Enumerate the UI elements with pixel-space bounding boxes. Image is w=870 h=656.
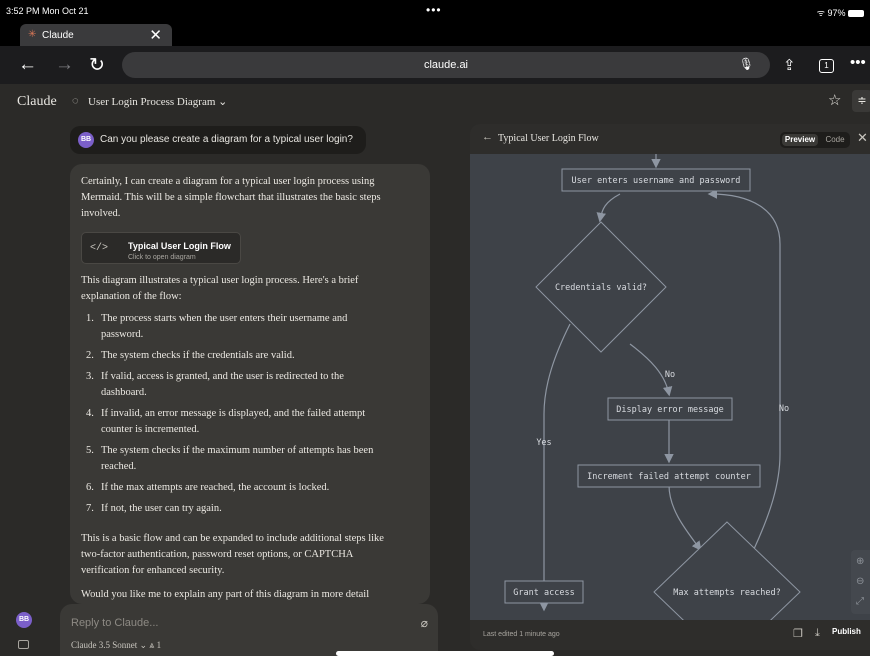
artifact-card[interactable]: </> Typical User Login Flow Click to ope… (81, 232, 241, 264)
user-message: BB Can you please create a diagram for a… (70, 126, 366, 154)
list-item: 2. The system checks if the credentials a… (86, 350, 295, 361)
sidebar-toggle-icon[interactable] (18, 640, 29, 649)
tab-close-icon[interactable]: ✕ (149, 26, 162, 44)
battery-icon (848, 10, 864, 17)
star-icon[interactable]: ☆ (828, 91, 841, 109)
edge-enter-valid (596, 193, 621, 223)
browser-toolbar: ← → ↻ claude.ai 🎙 ⇪ 1 ••• (0, 46, 870, 84)
tab-title: Claude (42, 30, 74, 41)
artifact-panel: ← Typical User Login Flow Preview Code ✕ (470, 124, 870, 650)
artifact-header: ← Typical User Login Flow Preview Code ✕ (470, 124, 870, 154)
node-error: Display error message (607, 397, 733, 421)
back-arrow-icon[interactable]: ← (482, 131, 493, 143)
zoom-controls: ⊕ ⊖ ⤢ (851, 550, 870, 614)
status-bar: 3:52 PM Mon Oct 21 ••• ᯤ 97% (0, 0, 870, 22)
share-icon[interactable]: ⇪ (783, 56, 796, 74)
node-valid: Credentials valid? (535, 221, 667, 353)
tab-preview[interactable]: Preview (782, 134, 818, 146)
edge-valid-error (629, 343, 673, 397)
user-message-text: Can you please create a diagram for a ty… (100, 134, 353, 145)
claude-favicon-icon: ✳ (28, 29, 37, 40)
sidebar-user-avatar[interactable]: BB (16, 612, 32, 628)
response-outro: This is a basic flow and can be expanded… (81, 533, 384, 576)
close-icon[interactable]: ✕ (857, 130, 868, 146)
list-item: 6. If the max attempts are reached, the a… (86, 482, 330, 493)
url-text: claude.ai (423, 59, 469, 71)
chat-settings-icon[interactable]: ≑ (852, 90, 870, 112)
artifact-footer: Last edited 1 minute ago ❐ ⤓ Publish (470, 620, 870, 650)
flowchart-canvas: User enters username and password Creden… (470, 154, 870, 650)
node-max-label: Max attempts reached? (673, 588, 780, 598)
node-enter-label: User enters username and password (572, 176, 741, 186)
view-toggle: Preview Code (780, 132, 850, 148)
claude-logo[interactable]: Claude (17, 94, 57, 110)
edge-valid-grant (539, 323, 571, 612)
node-enter: User enters username and password (561, 168, 751, 192)
reply-composer: Reply to Claude... ⌀ Claude 3.5 Sonnet ⌄… (60, 604, 438, 656)
response-question: Would you like me to explain any part of… (81, 589, 370, 600)
last-edited-text: Last edited 1 minute ago (483, 631, 560, 638)
node-grant: Grant access (504, 580, 584, 604)
node-error-label: Display error message (616, 405, 723, 415)
zoom-in-icon[interactable]: ⊕ (856, 556, 864, 567)
node-increment: Increment failed attempt counter (577, 464, 761, 488)
fit-view-icon[interactable]: ⤢ (856, 596, 864, 607)
app-header: Claude ◌ User Login Process Diagram ⌄ ☆ … (0, 84, 870, 120)
publish-button[interactable]: Publish (832, 627, 861, 636)
list-item: 3. If valid, access is granted, and the u… (86, 371, 344, 398)
wifi-icon: ᯤ (816, 8, 825, 18)
zoom-out-icon[interactable]: ⊖ (856, 576, 864, 587)
list-item: 4. If invalid, an error message is displa… (86, 408, 366, 435)
tab-strip: ✳ Claude ✕ + (0, 22, 870, 64)
response-intro: Certainly, I can create a diagram for a … (81, 176, 381, 219)
node-max: Max attempts reached? (653, 521, 801, 650)
microphone-icon[interactable]: 🎙 (739, 57, 754, 71)
reply-input[interactable]: Reply to Claude... (71, 617, 158, 629)
edge-label-no-1: No (665, 370, 675, 380)
node-grant-label: Grant access (513, 588, 574, 598)
steps-list: 1. The process starts when the user enter… (81, 311, 391, 522)
artifact-panel-title: Typical User Login Flow (498, 133, 599, 144)
forward-icon[interactable]: → (55, 54, 74, 76)
copy-icon[interactable]: ❐ (793, 627, 803, 640)
model-selector[interactable]: Claude 3.5 Sonnet ⌄ ⩓ 1 (71, 640, 161, 651)
code-icon: </> (90, 243, 109, 254)
artifact-subtitle: Click to open diagram (128, 254, 196, 261)
multitask-dots[interactable]: ••• (426, 3, 442, 17)
back-icon[interactable]: ← (18, 54, 37, 76)
download-icon[interactable]: ⤓ (815, 627, 820, 640)
status-time: 3:52 PM Mon Oct 21 (6, 6, 89, 16)
flowchart-svg: User enters username and password Creden… (504, 154, 801, 650)
avatar: BB (78, 132, 94, 148)
node-increment-label: Increment failed attempt counter (587, 472, 751, 482)
battery-indicator: ᯤ 97% (817, 6, 864, 19)
list-item: 1. The process starts when the user enter… (86, 313, 348, 340)
response-explanation: This diagram illustrates a typical user … (81, 275, 359, 302)
reload-icon[interactable]: ↻ (89, 54, 105, 77)
assistant-response: Certainly, I can create a diagram for a … (70, 164, 430, 604)
list-item: 5. The system checks if the maximum numbe… (86, 445, 374, 472)
tab-overview-button[interactable]: 1 (819, 59, 834, 73)
edge-increment-max (668, 484, 702, 551)
edge-max-enter (707, 189, 781, 550)
edge-label-no-2: No (779, 404, 789, 414)
chat-bubble-icon: ◌ (72, 95, 79, 107)
tab-code[interactable]: Code (822, 134, 848, 146)
battery-percent: 97% (827, 8, 846, 18)
edge-label-yes: Yes (536, 438, 551, 448)
attach-icon[interactable]: ⌀ (421, 616, 428, 630)
chat-title-dropdown[interactable]: User Login Process Diagram ⌄ (88, 95, 227, 108)
home-indicator (336, 651, 554, 656)
tab-claude[interactable]: ✳ Claude ✕ (20, 24, 172, 46)
node-valid-label: Credentials valid? (555, 283, 647, 293)
list-item: 7. If not, the user can try again. (86, 503, 222, 514)
address-bar[interactable]: claude.ai 🎙 (122, 52, 770, 78)
more-icon[interactable]: ••• (850, 54, 866, 71)
